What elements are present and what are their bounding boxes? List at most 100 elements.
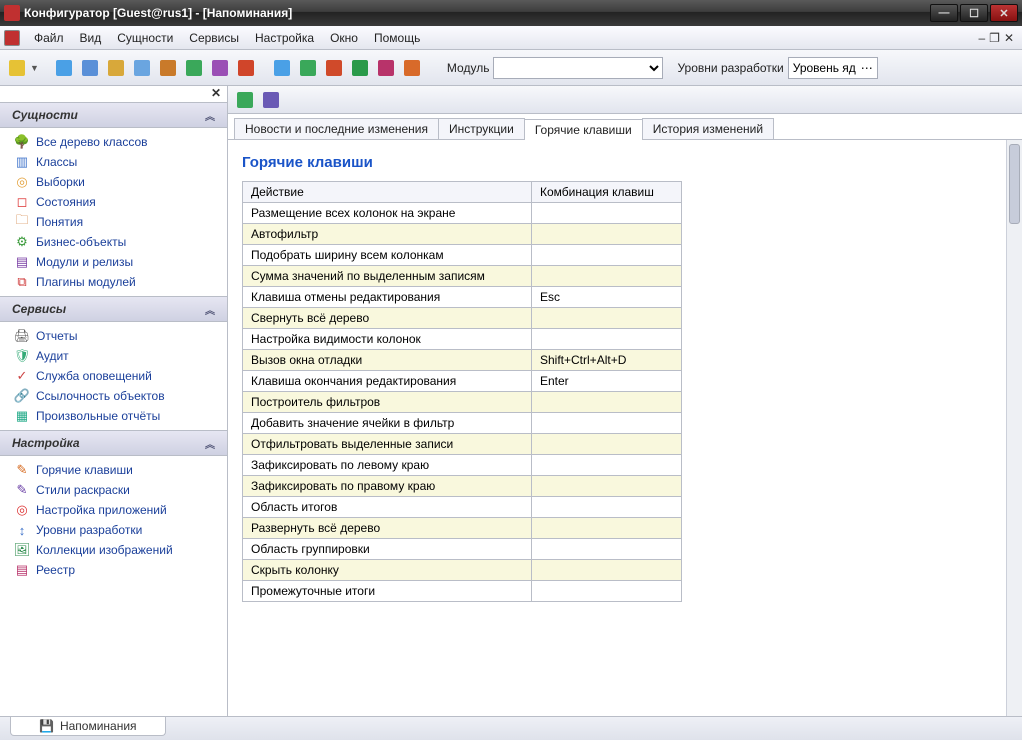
table-row[interactable]: Скрыть колонку <box>243 560 682 581</box>
grid-icon[interactable] <box>79 57 101 79</box>
table-row[interactable]: Область группировки <box>243 539 682 560</box>
table-row[interactable]: Клавиша окончания редактированияEnter <box>243 371 682 392</box>
app-menu-icon[interactable] <box>4 30 20 46</box>
table-row[interactable]: Вызов окна отладкиShift+Ctrl+Alt+D <box>243 350 682 371</box>
sidebar-item-2-3[interactable]: ↕Уровни разработки <box>2 520 225 540</box>
sidebar-item-icon: ⧉ <box>14 274 30 290</box>
sidebar-item-icon: 🖨 <box>14 328 30 344</box>
windows-icon[interactable] <box>131 57 153 79</box>
table-row[interactable]: Настройка видимости колонок <box>243 329 682 350</box>
module-icon[interactable] <box>209 57 231 79</box>
menu-файл[interactable]: Файл <box>26 31 72 45</box>
sidebar-item-1-0[interactable]: 🖨Отчеты <box>2 326 225 346</box>
plugin-icon[interactable] <box>235 57 257 79</box>
report-icon[interactable] <box>271 57 293 79</box>
sidebar-group-1[interactable]: Сервисы︽ <box>0 296 227 322</box>
table-row[interactable]: Размещение всех колонок на экране <box>243 203 682 224</box>
minimize-button[interactable]: — <box>930 4 958 22</box>
scrollbar-thumb[interactable] <box>1009 144 1020 224</box>
sidebar-close-icon[interactable]: ✕ <box>0 86 227 102</box>
tree-icon[interactable] <box>53 57 75 79</box>
import-icon[interactable] <box>323 57 345 79</box>
key-icon[interactable] <box>6 57 28 79</box>
table-row[interactable]: Клавиша отмены редактированияEsc <box>243 287 682 308</box>
table-row[interactable]: Отфильтровать выделенные записи <box>243 434 682 455</box>
tab-2[interactable]: Горячие клавиши <box>524 119 643 140</box>
tab-0[interactable]: Новости и последние изменения <box>234 118 439 139</box>
cell-key <box>532 245 682 266</box>
table-row[interactable]: Автофильтр <box>243 224 682 245</box>
content-pane: Горячие клавиши Действие Комбинация клав… <box>228 140 1022 716</box>
sidebar-item-0-2[interactable]: ◎Выборки <box>2 172 225 192</box>
sidebar-group-2[interactable]: Настройка︽ <box>0 430 227 456</box>
key-dropdown-icon[interactable]: ▼ <box>30 63 39 73</box>
sidebar-item-label: Ссылочность объектов <box>36 389 165 403</box>
sidebar-item-0-5[interactable]: ⚙Бизнес-объекты <box>2 232 225 252</box>
door-icon[interactable] <box>260 89 282 111</box>
book-icon[interactable] <box>349 57 371 79</box>
mdi-restore-icon[interactable]: ❐ <box>989 31 1000 45</box>
dev-level-more-icon[interactable]: ⋯ <box>861 61 873 75</box>
cell-key <box>532 224 682 245</box>
menu-сервисы[interactable]: Сервисы <box>181 31 247 45</box>
tab-1[interactable]: Инструкции <box>438 118 525 139</box>
menu-помощь[interactable]: Помощь <box>366 31 428 45</box>
picture-icon[interactable] <box>183 57 205 79</box>
cell-key: Esc <box>532 287 682 308</box>
sidebar-item-2-2[interactable]: ◎Настройка приложений <box>2 500 225 520</box>
table-row[interactable]: Развернуть всё дерево <box>243 518 682 539</box>
cell-key <box>532 539 682 560</box>
sidebar-item-label: Уровни разработки <box>36 523 142 537</box>
sidebar-item-0-4[interactable]: 🗀Понятия <box>2 212 225 232</box>
mdi-close-icon[interactable]: ✕ <box>1004 31 1014 45</box>
maximize-button[interactable]: ☐ <box>960 4 988 22</box>
menu-окно[interactable]: Окно <box>322 31 366 45</box>
cell-key <box>532 434 682 455</box>
sidebar-item-0-6[interactable]: ▤Модули и релизы <box>2 252 225 272</box>
sidebar-item-0-0[interactable]: 🌳Все дерево классов <box>2 132 225 152</box>
sidebar-item-icon: ▦ <box>14 408 30 424</box>
sidebar-item-1-1[interactable]: 🛡Аудит <box>2 346 225 366</box>
calendar-icon[interactable] <box>401 57 423 79</box>
briefcase-icon[interactable] <box>157 57 179 79</box>
sidebar-item-2-5[interactable]: ▤Реестр <box>2 560 225 580</box>
doc-tab[interactable]: 💾 Напоминания <box>10 717 166 736</box>
module-select[interactable] <box>493 57 663 79</box>
sidebar-item-2-0[interactable]: ✎Горячие клавиши <box>2 460 225 480</box>
table-row[interactable]: Добавить значение ячейки в фильтр <box>243 413 682 434</box>
dev-level-field[interactable]: Уровень яд ⋯ <box>788 57 878 79</box>
mdi-minimize-icon[interactable]: – <box>978 31 985 45</box>
table-row[interactable]: Построитель фильтров <box>243 392 682 413</box>
menu-настройка[interactable]: Настройка <box>247 31 322 45</box>
cell-key <box>532 413 682 434</box>
sidebar-group-0[interactable]: Сущности︽ <box>0 102 227 128</box>
scrollbar[interactable] <box>1006 140 1022 716</box>
sidebar-item-1-3[interactable]: 🔗Ссылочность объектов <box>2 386 225 406</box>
table-row[interactable]: Промежуточные итоги <box>243 581 682 602</box>
save-icon: 💾 <box>39 719 54 733</box>
table-row[interactable]: Свернуть всё дерево <box>243 308 682 329</box>
sidebar-item-2-4[interactable]: 🖼Коллекции изображений <box>2 540 225 560</box>
refresh-icon[interactable] <box>234 89 256 111</box>
export-icon[interactable] <box>297 57 319 79</box>
sidebar-item-2-1[interactable]: ✎Стили раскраски <box>2 480 225 500</box>
sidebar-item-0-7[interactable]: ⧉Плагины модулей <box>2 272 225 292</box>
cell-key <box>532 476 682 497</box>
tab-3[interactable]: История изменений <box>642 118 774 139</box>
table-row[interactable]: Сумма значений по выделенным записям <box>243 266 682 287</box>
sidebar-item-0-1[interactable]: ▥Классы <box>2 152 225 172</box>
registry-icon[interactable] <box>375 57 397 79</box>
table-row[interactable]: Область итогов <box>243 497 682 518</box>
sidebar-item-icon: ▤ <box>14 562 30 578</box>
sidebar-item-1-2[interactable]: ✓Служба оповещений <box>2 366 225 386</box>
menu-сущности[interactable]: Сущности <box>109 31 181 45</box>
sidebar-item-1-4[interactable]: ▦Произвольные отчёты <box>2 406 225 426</box>
close-button[interactable]: ✕ <box>990 4 1018 22</box>
gear-icon[interactable] <box>105 57 127 79</box>
sidebar-item-0-3[interactable]: ◻Состояния <box>2 192 225 212</box>
table-row[interactable]: Зафиксировать по правому краю <box>243 476 682 497</box>
table-row[interactable]: Подобрать ширину всем колонкам <box>243 245 682 266</box>
table-row[interactable]: Зафиксировать по левому краю <box>243 455 682 476</box>
sidebar-item-icon: ▥ <box>14 154 30 170</box>
menu-вид[interactable]: Вид <box>72 31 110 45</box>
